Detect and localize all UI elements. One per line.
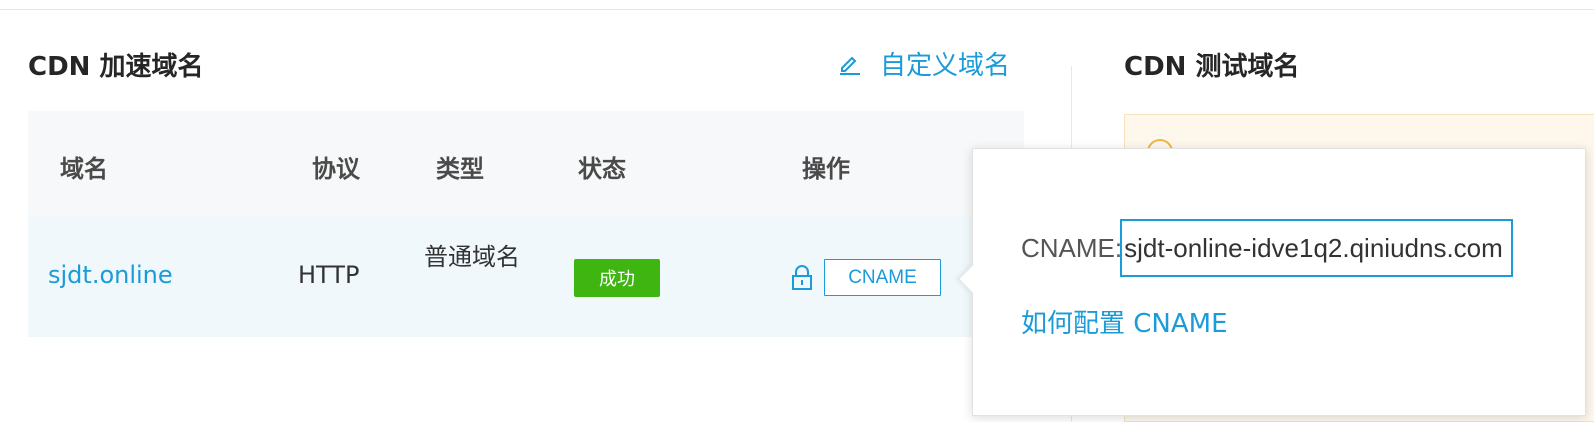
protocol-cell: HTTP — [298, 261, 360, 289]
cdn-domain-title: CDN 加速域名 — [28, 52, 204, 82]
cname-button[interactable]: CNAME — [824, 259, 941, 296]
cname-row: CNAME: sjdt-online-idve1q2.qiniudns.com — [1021, 219, 1513, 277]
cname-value-field[interactable]: sjdt-online-idve1q2.qiniudns.com — [1120, 219, 1513, 277]
column-header-action: 操作 — [802, 155, 850, 183]
table-header: 域名 协议 类型 状态 操作 — [28, 111, 1024, 217]
custom-domain-label: 自定义域名 — [880, 50, 1011, 81]
column-header-status: 状态 — [578, 155, 626, 183]
custom-domain-link[interactable]: 自定义域名 — [838, 45, 1010, 81]
column-header-protocol: 协议 — [312, 155, 360, 183]
domain-link[interactable]: sjdt.online — [48, 261, 173, 289]
column-header-domain: 域名 — [60, 155, 108, 183]
cname-popover: CNAME: sjdt-online-idve1q2.qiniudns.com … — [957, 148, 1586, 416]
cdn-domain-table: 域名 协议 类型 状态 操作 sjdt.online HTTP 普通域名 成功 … — [28, 111, 1024, 337]
status-badge: 成功 — [574, 259, 660, 297]
lock-icon[interactable] — [790, 265, 814, 291]
howto-cname-link[interactable]: 如何配置 CNAME — [1021, 303, 1228, 340]
type-cell: 普通域名 — [424, 243, 520, 271]
column-header-type: 类型 — [436, 155, 484, 183]
cname-label: CNAME: — [1021, 232, 1123, 263]
table-row: sjdt.online HTTP 普通域名 成功 CNAME — [28, 217, 1024, 337]
edit-icon — [840, 56, 860, 75]
test-domain-title: CDN 测试域名 — [1124, 52, 1300, 82]
top-border — [0, 0, 1594, 10]
